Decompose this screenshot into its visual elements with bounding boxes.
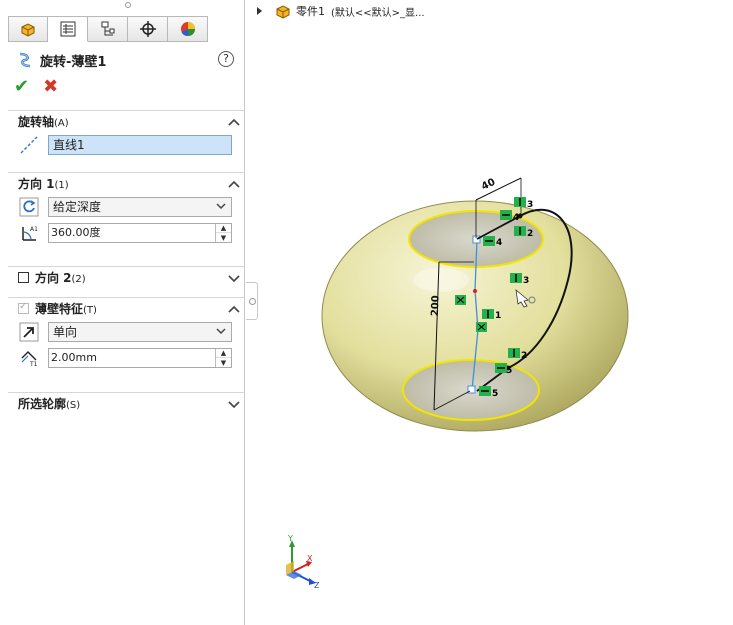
dim-height-text[interactable]: 200	[430, 295, 442, 316]
svg-text:A1: A1	[30, 226, 38, 233]
cancel-button[interactable]: ✖	[43, 78, 58, 96]
crosshair-icon	[139, 21, 156, 37]
section-title-thin-feature: 薄壁特征(T)	[35, 302, 97, 316]
svg-text:5: 5	[492, 389, 498, 399]
feature-manager-icon	[21, 23, 35, 37]
angle-input[interactable]: 360.00度 ▲ ▼	[48, 223, 232, 243]
triad-z-label: Z	[314, 581, 320, 590]
chevron-up-icon[interactable]	[227, 177, 241, 191]
section-thin-feature: 薄壁特征(T) 单向 T1 2.00mm ▲▼	[8, 297, 245, 371]
model-canvas: 40 200 4 3 2 4 3 1 2 5 5 Y X Z	[286, 177, 629, 590]
property-manager-icon	[60, 21, 75, 37]
revolve-thin-icon	[19, 52, 31, 68]
thin-feature-checkbox[interactable]	[18, 301, 29, 314]
triad-x-label: X	[307, 554, 313, 563]
chevron-down-icon	[216, 203, 226, 210]
svg-text:1: 1	[495, 311, 501, 321]
svg-text:2: 2	[527, 229, 533, 239]
triad-y-label: Y	[287, 534, 293, 543]
end-condition-row: 给定深度	[8, 194, 245, 220]
angle-row: A1 360.00度 ▲ ▼	[8, 220, 245, 246]
tab-dimxpert-manager[interactable]	[128, 16, 168, 42]
thickness-input[interactable]: 2.00mm ▲ ▼	[48, 348, 232, 368]
chevron-down-icon[interactable]	[227, 397, 241, 411]
svg-text:T1: T1	[29, 361, 38, 368]
reverse-thickness-icon[interactable]	[18, 321, 40, 343]
section-direction-2: 方向 2(2)	[8, 266, 245, 288]
svg-text:4: 4	[496, 238, 502, 248]
section-header-thin-feature[interactable]: 薄壁特征(T)	[8, 297, 245, 319]
svg-text:2: 2	[521, 351, 527, 361]
tab-display-manager[interactable]	[168, 16, 208, 42]
manager-tab-bar	[8, 16, 208, 42]
feature-title-row: 旋转-薄壁1 ?	[16, 50, 238, 70]
relation-badge-fixed-mid[interactable]	[476, 322, 487, 332]
thin-type-row: 单向	[8, 319, 245, 345]
section-header-axis[interactable]: 旋转轴(A)	[8, 110, 245, 132]
confirm-row: ✔ ✖	[14, 78, 58, 96]
section-title-direction-2: 方向 2(2)	[35, 271, 86, 285]
tab-configuration-manager[interactable]	[88, 16, 128, 42]
ok-button[interactable]: ✔	[14, 78, 29, 96]
grip-dot-icon	[125, 2, 131, 8]
svg-text:5: 5	[506, 366, 512, 376]
section-header-selected-contours[interactable]: 所选轮廓(S)	[8, 392, 245, 414]
section-header-direction-1[interactable]: 方向 1(1)	[8, 172, 245, 194]
direction-2-checkbox[interactable]	[18, 272, 29, 283]
svg-text:4: 4	[513, 213, 519, 223]
section-revolve-axis: 旋转轴(A) 直线1	[8, 110, 245, 158]
axis-line-icon	[18, 134, 40, 156]
reverse-direction-icon[interactable]	[18, 196, 40, 218]
graphics-area[interactable]: 零件1 (默认<<默认>_显... 40 200 4 3 2 4 3 1 2 5…	[246, 0, 733, 625]
chevron-up-icon[interactable]	[227, 302, 241, 316]
axis-row: 直线1	[8, 132, 245, 158]
property-manager-panel: 旋转-薄壁1 ? ✔ ✖ 旋转轴(A) 直线1 方向 1(1) 给定深度 A1 …	[0, 0, 245, 625]
configuration-manager-icon	[101, 21, 114, 36]
axis-midpoint[interactable]	[473, 289, 477, 293]
thickness-icon: T1	[18, 347, 40, 369]
thin-type-select[interactable]: 单向	[48, 322, 232, 342]
chevron-down-icon	[216, 328, 226, 335]
svg-text:3: 3	[523, 276, 529, 286]
end-condition-select[interactable]: 给定深度	[48, 197, 232, 217]
chevron-down-icon[interactable]	[227, 271, 241, 285]
axis-selection-field[interactable]: 直线1	[48, 135, 232, 155]
svg-text:3: 3	[527, 200, 533, 210]
display-manager-icon	[180, 22, 195, 37]
body-highlight	[413, 268, 469, 292]
section-title-direction-1: 方向 1(1)	[18, 177, 69, 191]
dim-top-text[interactable]: 40	[480, 177, 497, 193]
thickness-spinner[interactable]: ▲ ▼	[215, 349, 231, 367]
coordinate-triad: Y X Z	[286, 534, 320, 590]
angle-icon: A1	[18, 222, 40, 244]
help-button[interactable]: ?	[218, 51, 234, 67]
section-direction-1: 方向 1(1) 给定深度 A1 360.00度 ▲ ▼	[8, 172, 245, 246]
relation-badge-fixed-left[interactable]	[455, 295, 466, 305]
tab-property-manager[interactable]	[48, 16, 88, 42]
tab-feature-manager[interactable]	[8, 16, 48, 42]
panel-top-grip[interactable]	[0, 0, 244, 14]
section-title-selected-contours: 所选轮廓(S)	[18, 397, 81, 411]
angle-spinner[interactable]: ▲ ▼	[215, 224, 231, 242]
feature-title: 旋转-薄壁1	[40, 54, 107, 70]
section-title-axis: 旋转轴(A)	[18, 115, 69, 129]
section-selected-contours: 所选轮廓(S)	[8, 392, 245, 414]
thickness-row: T1 2.00mm ▲ ▼	[8, 345, 245, 371]
chevron-up-icon[interactable]	[227, 115, 241, 129]
section-header-direction-2[interactable]: 方向 2(2)	[8, 266, 245, 288]
